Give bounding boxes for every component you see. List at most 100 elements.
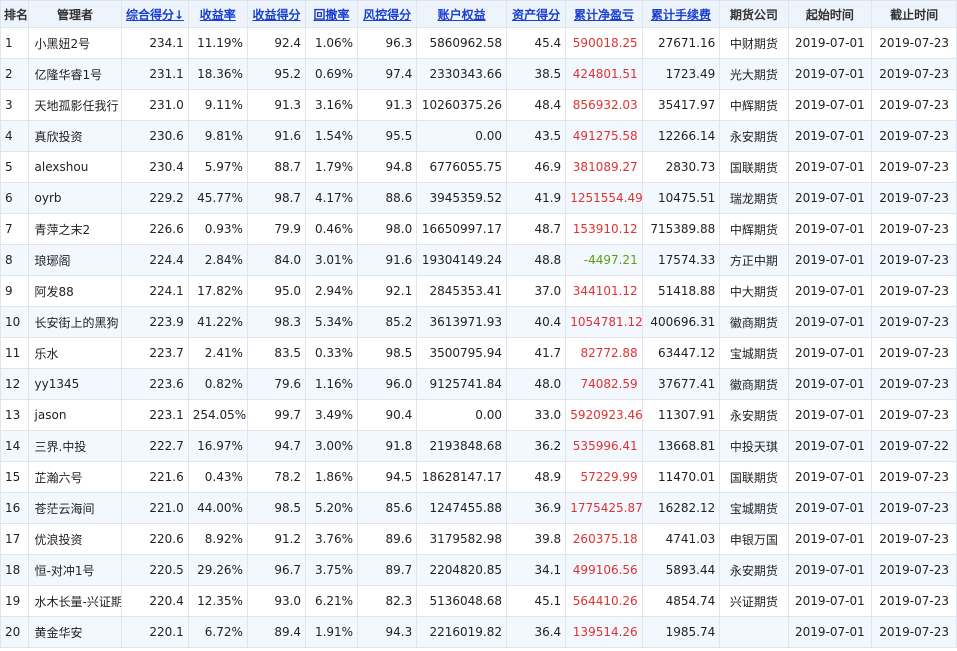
company-cell: 中财期货 <box>719 27 789 59</box>
equity-cell: 3500795.94 <box>416 337 508 369</box>
drawdown-cell: 1.16% <box>305 368 359 400</box>
table-row[interactable]: 19 水木长量-兴证期 220.4 12.35% 93.0 6.21% 82.3 513604… <box>0 585 957 617</box>
net-pnl-cell: 856932.03 <box>565 89 643 121</box>
header-asset-score-sort[interactable]: 资产得分 <box>506 0 567 28</box>
company-cell: 瑞龙期货 <box>719 182 789 214</box>
header-manager: 管理者 <box>27 0 123 28</box>
table-row[interactable]: 17 优浪投资 220.6 8.92% 91.2 3.76% 89.6 3179582.98 3… <box>0 523 957 555</box>
header-composite-sort[interactable]: 综合得分↓ <box>121 0 189 28</box>
manager-link[interactable]: 芷瀚六号 <box>27 461 123 493</box>
table-row[interactable]: 7 青萍之末2 226.6 0.93% 79.9 0.46% 98.0 16650997.17… <box>0 213 957 245</box>
table-row[interactable]: 12 yy1345 223.6 0.82% 79.6 1.16% 96.0 9125741.8… <box>0 368 957 400</box>
manager-link[interactable]: 优浪投资 <box>27 523 123 555</box>
return-rate-cell: 12.35% <box>187 585 248 617</box>
start-time-cell: 2019-07-01 <box>787 430 873 462</box>
net-pnl-cell: 153910.12 <box>565 213 643 245</box>
header-net-pnl-sort[interactable]: 累计净盈亏 <box>565 0 643 28</box>
composite-score-cell: 223.1 <box>121 399 189 431</box>
table-row[interactable]: 16 苍茫云海间 221.0 44.00% 98.5 5.20% 85.6 1247455.8… <box>0 492 957 524</box>
equity-cell: 2204820.85 <box>416 554 508 586</box>
end-time-cell: 2019-07-23 <box>871 368 957 400</box>
manager-link[interactable]: alexshou <box>27 151 123 183</box>
rank-cell: 15 <box>0 461 29 493</box>
asset-score-cell: 45.1 <box>506 585 567 617</box>
table-row[interactable]: 20 黄金华安 220.1 6.72% 89.4 1.91% 94.3 2216019.82 3… <box>0 616 957 648</box>
header-drawdown-sort[interactable]: 回撤率 <box>305 0 359 28</box>
table-row[interactable]: 3 天地孤影任我行 231.0 9.11% 91.3 3.16% 91.3 10260375.… <box>0 89 957 121</box>
drawdown-cell: 0.69% <box>305 58 359 90</box>
company-cell: 宝城期货 <box>719 492 789 524</box>
risk-score-cell: 90.4 <box>357 399 418 431</box>
header-risk-score-sort[interactable]: 风控得分 <box>357 0 418 28</box>
risk-score-cell: 85.2 <box>357 306 418 338</box>
net-pnl-cell: 1054781.12 <box>565 306 643 338</box>
table-row[interactable]: 4 真欣投资 230.6 9.81% 91.6 1.54% 95.5 0.00 43.5 4912… <box>0 120 957 152</box>
end-time-cell: 2019-07-23 <box>871 585 957 617</box>
end-time-cell: 2019-07-23 <box>871 616 957 648</box>
return-rate-cell: 17.82% <box>187 275 248 307</box>
manager-link[interactable]: 三界.中投 <box>27 430 123 462</box>
company-cell: 宝城期货 <box>719 337 789 369</box>
table-row[interactable]: 11 乐水 223.7 2.41% 83.5 0.33% 98.5 3500795.94 41.… <box>0 337 957 369</box>
end-time-cell: 2019-07-23 <box>871 120 957 152</box>
rank-cell: 11 <box>0 337 29 369</box>
manager-link[interactable]: 苍茫云海间 <box>27 492 123 524</box>
asset-score-cell: 34.1 <box>506 554 567 586</box>
manager-link[interactable]: 恒-对冲1号 <box>27 554 123 586</box>
risk-score-cell: 96.3 <box>357 27 418 59</box>
return-score-cell: 88.7 <box>246 151 307 183</box>
table-row[interactable]: 1 小黑妞2号 234.1 11.19% 92.4 1.06% 96.3 5860962.58… <box>0 27 957 59</box>
header-equity-sort[interactable]: 账户权益 <box>416 0 508 28</box>
end-time-cell: 2019-07-22 <box>871 430 957 462</box>
drawdown-cell: 3.01% <box>305 244 359 276</box>
composite-score-cell: 230.4 <box>121 151 189 183</box>
manager-link[interactable]: oyrb <box>27 182 123 214</box>
risk-score-cell: 92.1 <box>357 275 418 307</box>
manager-link[interactable]: 阿发88 <box>27 275 123 307</box>
composite-score-cell: 220.6 <box>121 523 189 555</box>
rank-cell: 1 <box>0 27 29 59</box>
manager-link[interactable]: 真欣投资 <box>27 120 123 152</box>
table-row[interactable]: 9 阿发88 224.1 17.82% 95.0 2.94% 92.1 2845353.41 3… <box>0 275 957 307</box>
table-row[interactable]: 18 恒-对冲1号 220.5 29.26% 96.7 3.75% 89.7 2204820.… <box>0 554 957 586</box>
manager-link[interactable]: 亿隆华睿1号 <box>27 58 123 90</box>
header-fees-sort[interactable]: 累计手续费 <box>641 0 721 28</box>
table-row[interactable]: 15 芷瀚六号 221.6 0.43% 78.2 1.86% 94.5 18628147.17… <box>0 461 957 493</box>
manager-link[interactable]: 黄金华安 <box>27 616 123 648</box>
header-return-rate-sort[interactable]: 收益率 <box>187 0 248 28</box>
start-time-cell: 2019-07-01 <box>787 244 873 276</box>
net-pnl-cell: 260375.18 <box>565 523 643 555</box>
risk-score-cell: 96.0 <box>357 368 418 400</box>
table-row[interactable]: 14 三界.中投 222.7 16.97% 94.7 3.00% 91.8 2193848.6… <box>0 430 957 462</box>
table-row[interactable]: 10 长安街上的黑狗 223.9 41.22% 98.3 5.34% 85.2 3613971… <box>0 306 957 338</box>
equity-cell: 16650997.17 <box>416 213 508 245</box>
return-rate-cell: 0.43% <box>187 461 248 493</box>
equity-cell: 2193848.68 <box>416 430 508 462</box>
manager-link[interactable]: 琅琊阁 <box>27 244 123 276</box>
manager-link[interactable]: jason <box>27 399 123 431</box>
table-row[interactable]: 5 alexshou 230.4 5.97% 88.7 1.79% 94.8 6776055.… <box>0 151 957 183</box>
manager-link[interactable]: 小黑妞2号 <box>27 27 123 59</box>
table-row[interactable]: 6 oyrb 229.2 45.77% 98.7 4.17% 88.6 3945359.52 4… <box>0 182 957 214</box>
manager-link[interactable]: 乐水 <box>27 337 123 369</box>
return-score-cell: 92.4 <box>246 27 307 59</box>
return-rate-cell: 2.84% <box>187 244 248 276</box>
manager-link[interactable]: 青萍之末2 <box>27 213 123 245</box>
manager-link[interactable]: 水木长量-兴证期 <box>27 585 123 617</box>
header-return-score-sort[interactable]: 收益得分 <box>246 0 307 28</box>
company-cell: 国联期货 <box>719 461 789 493</box>
net-pnl-cell: 57229.99 <box>565 461 643 493</box>
table-row[interactable]: 13 jason 223.1 254.05% 99.7 3.49% 90.4 0.00 33.0… <box>0 399 957 431</box>
rank-cell: 9 <box>0 275 29 307</box>
manager-link[interactable]: 长安街上的黑狗 <box>27 306 123 338</box>
return-score-cell: 93.0 <box>246 585 307 617</box>
rank-cell: 7 <box>0 213 29 245</box>
end-time-cell: 2019-07-23 <box>871 89 957 121</box>
manager-link[interactable]: yy1345 <box>27 368 123 400</box>
table-row[interactable]: 2 亿隆华睿1号 231.1 18.36% 95.2 0.69% 97.4 2330343.6… <box>0 58 957 90</box>
company-cell: 方正中期 <box>719 244 789 276</box>
manager-link[interactable]: 天地孤影任我行 <box>27 89 123 121</box>
table-row[interactable]: 8 琅琊阁 224.4 2.84% 84.0 3.01% 91.6 19304149.24 48… <box>0 244 957 276</box>
net-pnl-cell: 381089.27 <box>565 151 643 183</box>
return-rate-cell: 45.77% <box>187 182 248 214</box>
